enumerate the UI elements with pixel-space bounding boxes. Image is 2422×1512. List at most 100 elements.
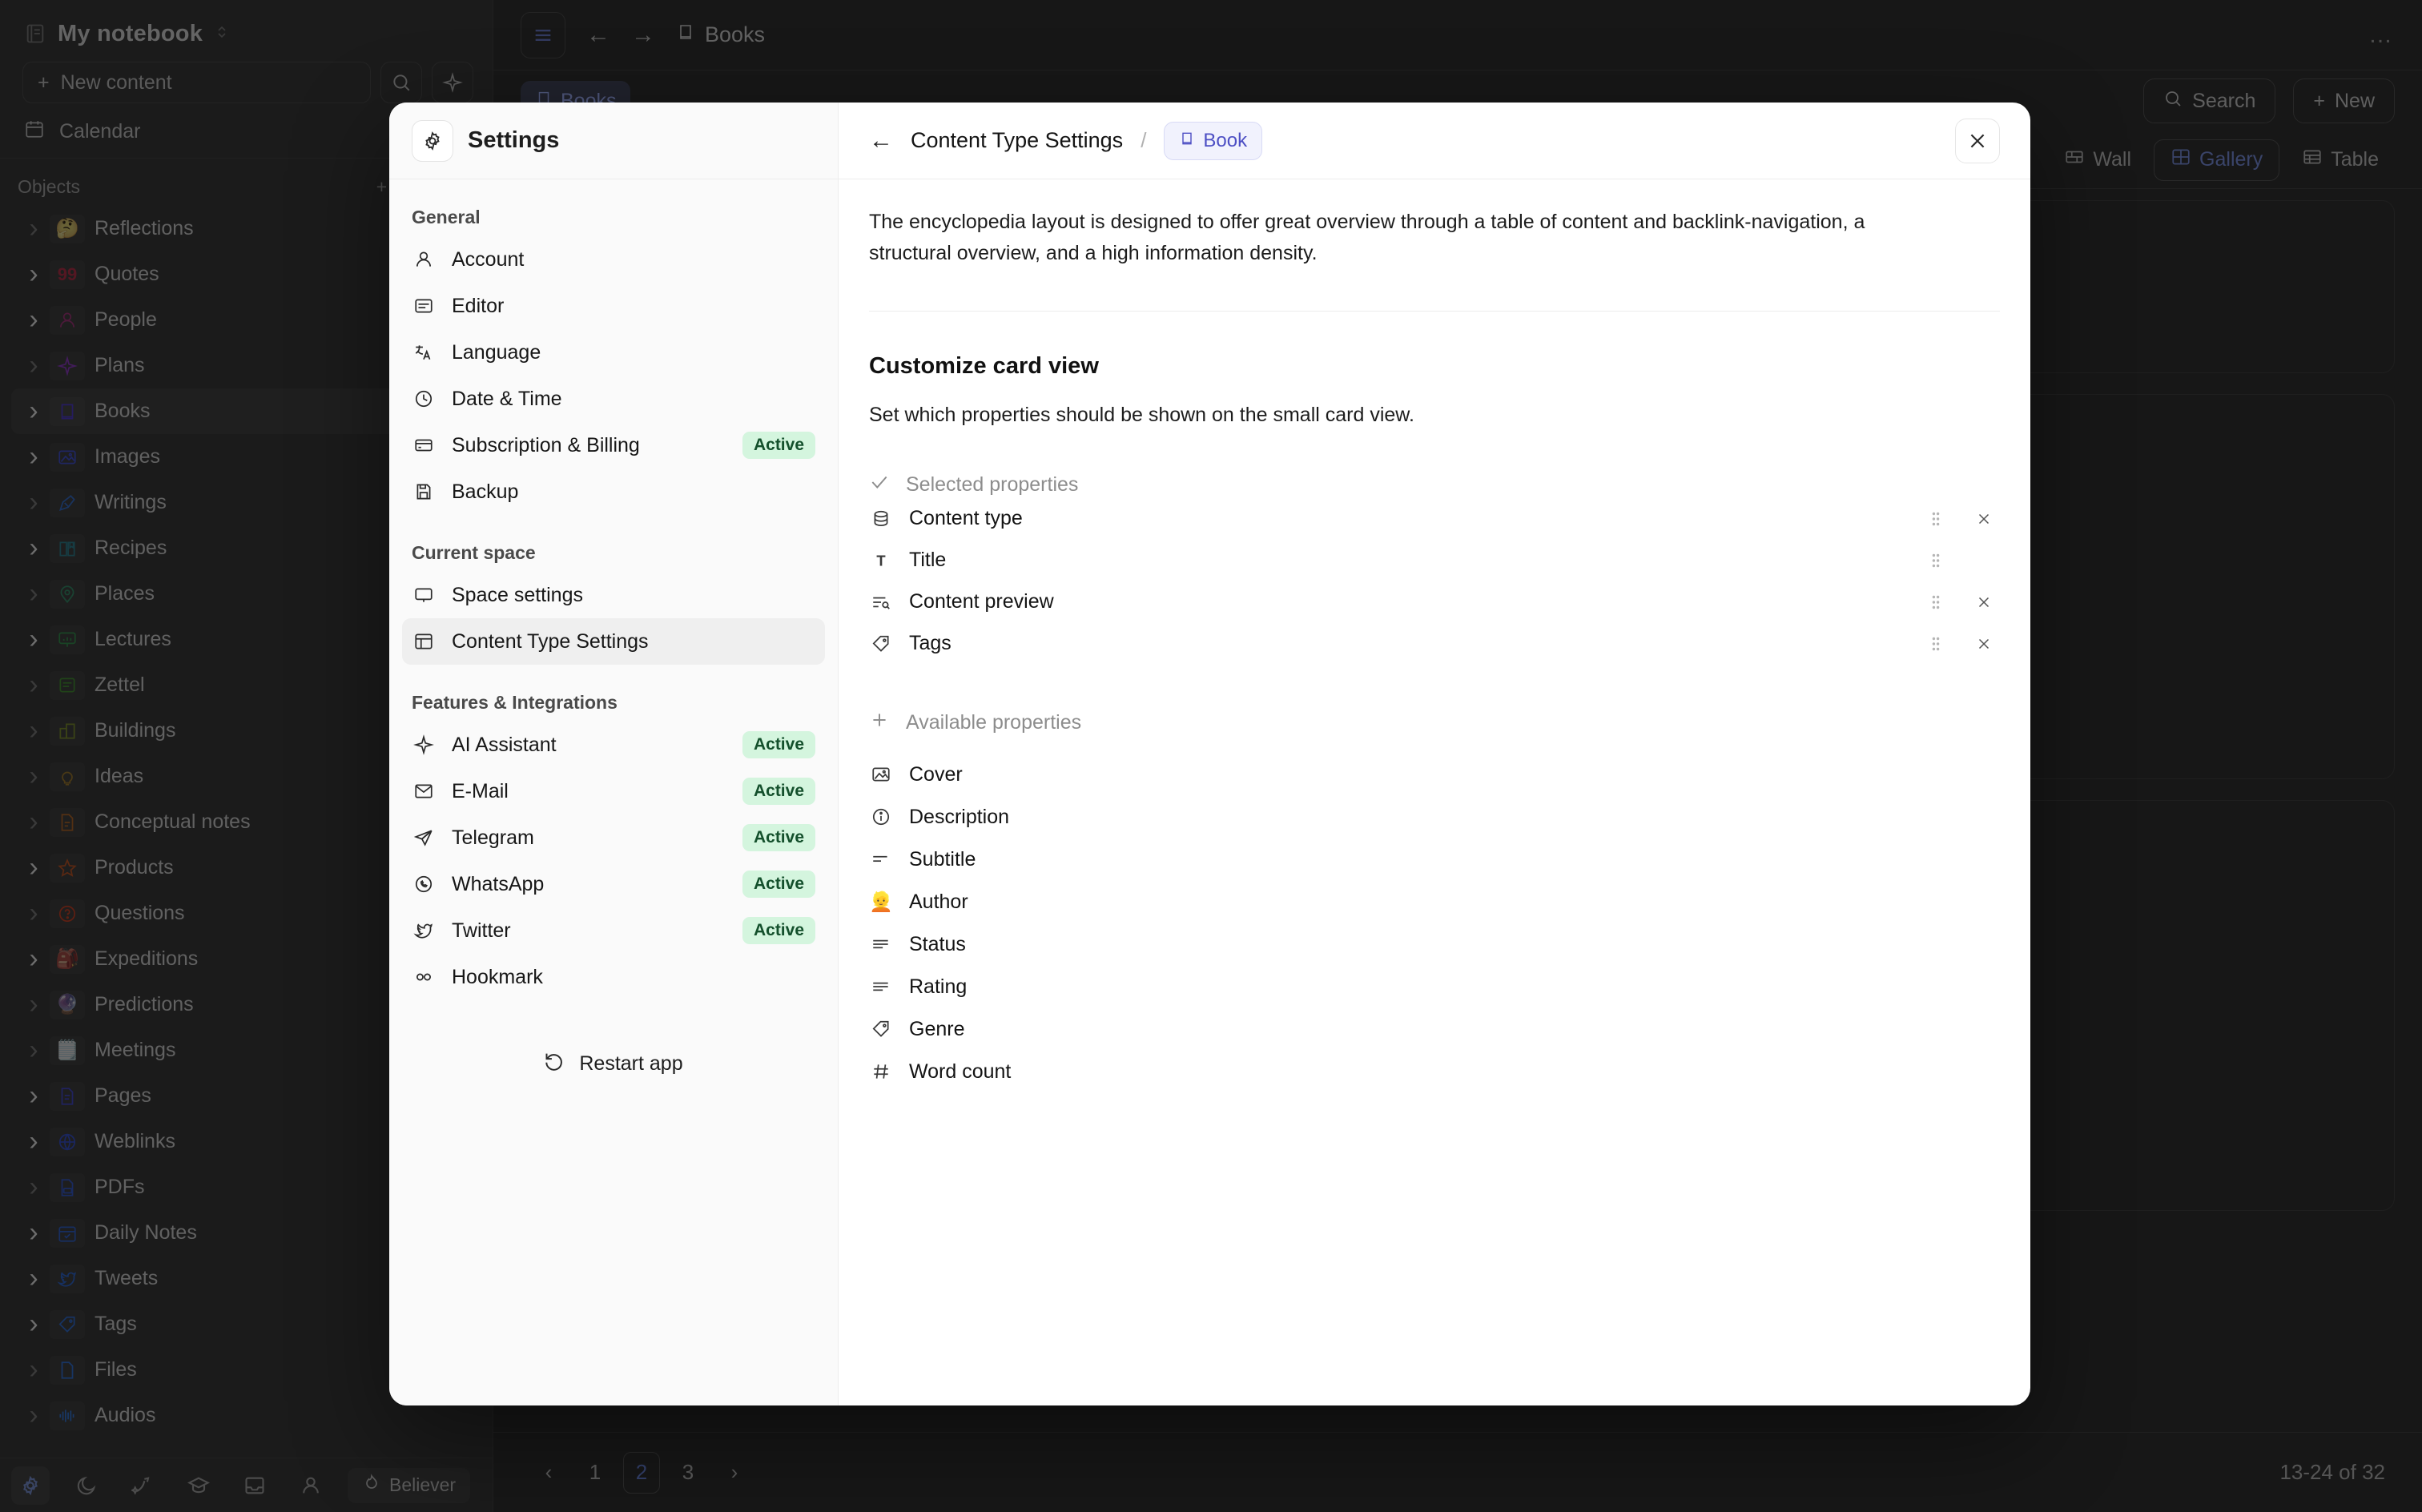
settings-nav-item-label: WhatsApp [452, 873, 544, 896]
whatsapp-icon [412, 872, 436, 896]
restart-app-label: Restart app [579, 1052, 682, 1076]
text-t-icon: T [869, 549, 893, 573]
available-property-row[interactable]: Genre [869, 1008, 2000, 1051]
selected-property-row[interactable]: T Title [869, 540, 2000, 581]
preview-icon [869, 590, 893, 614]
page-title: Content Type Settings [911, 128, 1123, 153]
remove-property-icon[interactable] [1968, 510, 2000, 528]
settings-nav-item-label: Editor [452, 295, 504, 318]
selected-property-row[interactable]: Content preview [869, 581, 2000, 623]
remove-property-icon[interactable] [1968, 593, 2000, 611]
selected-property-row[interactable]: Content type [869, 498, 2000, 540]
settings-nav-item-ai-assistant[interactable]: AI AssistantActive [402, 722, 825, 768]
drag-handle-icon[interactable] [1920, 592, 1952, 613]
restore-icon [544, 1050, 566, 1078]
settings-nav-item-label: Space settings [452, 584, 583, 607]
content-type-chip[interactable]: Book [1164, 122, 1262, 160]
settings-header: Settings [389, 103, 838, 179]
settings-nav-item-label: Twitter [452, 919, 511, 943]
settings-nav-item-twitter[interactable]: Twitter Active [402, 907, 825, 954]
close-icon[interactable] [1955, 119, 2000, 163]
selected-properties-list: Content type T Title Content preview Tags [869, 498, 2000, 665]
available-property-row[interactable]: Word count [869, 1051, 2000, 1093]
content-body: The encyclopedia layout is designed to o… [839, 179, 2030, 1093]
content-type-chip-label: Book [1203, 130, 1247, 152]
plus-icon [869, 710, 890, 736]
property-label: Title [909, 549, 946, 572]
back-button[interactable]: ← [869, 127, 893, 155]
settings-title: Settings [468, 127, 559, 154]
available-property-row[interactable]: 👱Author [869, 881, 2000, 923]
drag-handle-icon[interactable] [1920, 633, 1952, 654]
restart-app-button[interactable]: Restart app [389, 1050, 838, 1078]
available-property-row[interactable]: Subtitle [869, 838, 2000, 881]
book-icon [1179, 130, 1195, 152]
selected-properties-label: Selected properties [906, 473, 1078, 497]
status-badge: Active [742, 778, 815, 805]
person-icon [412, 247, 436, 271]
selected-property-row[interactable]: Tags [869, 623, 2000, 665]
image-icon [869, 762, 893, 786]
section-subtitle: Set which properties should be shown on … [869, 404, 2000, 427]
settings-nav-item-account[interactable]: Account [402, 236, 825, 283]
settings-nav-item-space-settings[interactable]: Space settings [402, 572, 825, 618]
settings-nav-item-language[interactable]: Language [402, 329, 825, 376]
tag-icon [869, 1017, 893, 1041]
available-properties-header[interactable]: Available properties [869, 710, 2000, 736]
editor-icon [412, 294, 436, 318]
property-label: Rating [909, 975, 967, 999]
content-header: ← Content Type Settings / Book [839, 103, 2030, 179]
settings-nav-item-subscription-billing[interactable]: Subscription & BillingActive [402, 422, 825, 468]
settings-nav-item-e-mail[interactable]: E-MailActive [402, 768, 825, 814]
settings-nav-item-whatsapp[interactable]: WhatsApp Active [402, 861, 825, 907]
settings-nav-item-backup[interactable]: Backup [402, 468, 825, 515]
status-badge: Active [742, 871, 815, 898]
available-property-row[interactable]: Status [869, 923, 2000, 966]
property-label: Word count [909, 1060, 1011, 1084]
property-label: Content preview [909, 590, 1054, 613]
property-label: Cover [909, 763, 963, 786]
property-label: Subtitle [909, 848, 976, 871]
property-label: Description [909, 806, 1009, 829]
sparkle-icon [412, 733, 436, 757]
settings-nav-item-label: Telegram [452, 826, 534, 850]
svg-text:T: T [876, 552, 886, 569]
settings-nav-item-content-type-settings[interactable]: Content Type Settings [402, 618, 825, 665]
drag-handle-icon[interactable] [1920, 550, 1952, 571]
available-properties-label: Available properties [906, 711, 1081, 734]
property-label: Status [909, 933, 966, 956]
settings-modal: Settings General Account Editor Language Dat… [389, 103, 2030, 1405]
settings-nav-item-label: Account [452, 248, 524, 271]
settings-nav-item-telegram[interactable]: Telegram Active [402, 814, 825, 861]
settings-nav-pane: Settings General Account Editor Language Dat… [389, 103, 839, 1405]
settings-nav-item-date-time[interactable]: Date & Time [402, 376, 825, 422]
align-left-icon [869, 847, 893, 871]
remove-property-icon[interactable] [1968, 635, 2000, 653]
settings-group-title: General [389, 179, 838, 236]
settings-nav-item-label: AI Assistant [452, 734, 557, 757]
settings-nav-item-editor[interactable]: Editor [402, 283, 825, 329]
settings-nav-list: General Account Editor Language Date & Time S… [389, 179, 838, 1000]
info-icon [869, 805, 893, 829]
status-badge: Active [742, 824, 815, 851]
settings-nav-item-label: Hookmark [452, 966, 543, 989]
settings-nav-item-label: Date & Time [452, 388, 562, 411]
selected-properties-header: Selected properties [869, 472, 2000, 498]
settings-nav-item-label: Content Type Settings [452, 630, 649, 653]
available-property-row[interactable]: Rating [869, 966, 2000, 1008]
application-window: My notebook + New content [0, 0, 2422, 1512]
settings-nav-item-hookmark[interactable]: Hookmark [402, 954, 825, 1000]
translate-icon [412, 340, 436, 364]
twitter-bird-icon [412, 919, 436, 943]
section-title: Customize card view [869, 353, 2000, 380]
available-property-row[interactable]: Cover [869, 754, 2000, 796]
status-badge: Active [742, 917, 815, 944]
breadcrumb-separator: / [1141, 128, 1146, 153]
available-property-row[interactable]: Description [869, 796, 2000, 838]
paper-plane-icon [412, 826, 436, 850]
gear-icon [412, 120, 453, 162]
layout-description: The encyclopedia layout is designed to o… [869, 207, 1910, 269]
emoji-icon: 👱 [869, 890, 893, 914]
drag-handle-icon[interactable] [1920, 509, 1952, 529]
lines-icon [869, 975, 893, 999]
